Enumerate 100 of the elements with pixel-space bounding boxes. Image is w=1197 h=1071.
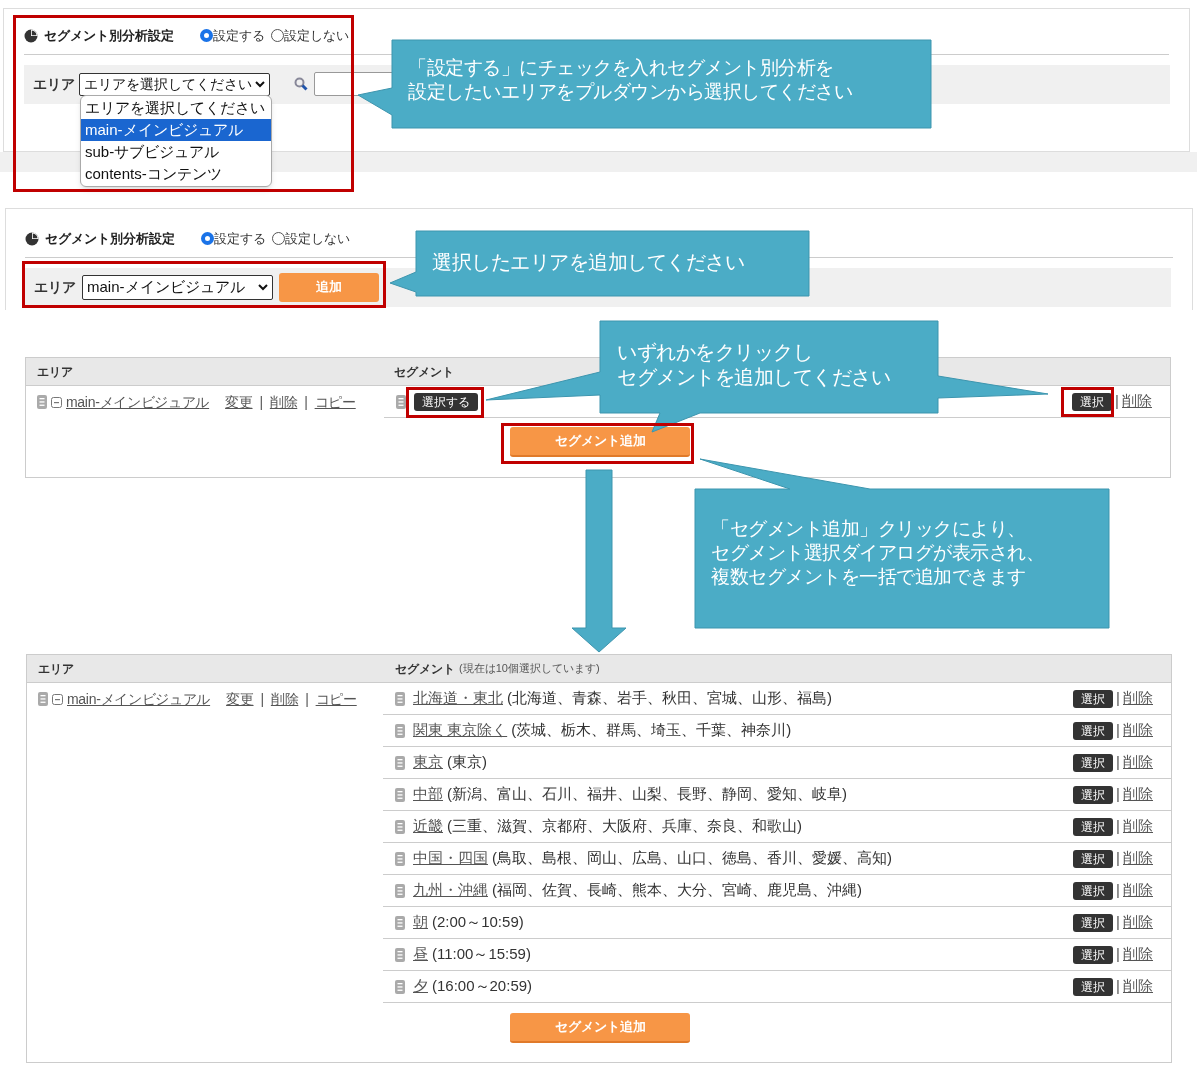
link[interactable]: 関東 東京除く [413, 721, 508, 739]
radio-button[interactable] [200, 29, 213, 43]
select-button[interactable]: 選択する [414, 393, 478, 412]
link[interactable]: 削除 [270, 688, 299, 710]
collapse-icon[interactable] [51, 396, 62, 408]
link[interactable]: 朝 [413, 913, 428, 931]
collapse-icon[interactable] [52, 693, 63, 705]
link[interactable]: 削除 [1123, 815, 1153, 838]
radio-label: 設定する [214, 230, 266, 248]
link[interactable]: 中国・四国 [413, 849, 488, 867]
radio-button[interactable] [272, 232, 285, 246]
callout-text: 選択したエリアを追加してください [432, 250, 744, 275]
separator: | [1116, 848, 1120, 869]
dropdown-option[interactable]: エリアを選択してください [81, 97, 271, 119]
separator: | [1116, 944, 1120, 965]
link[interactable]: コピー [315, 688, 357, 710]
link[interactable]: 削除 [1123, 847, 1153, 870]
segment-detail: (東京) [447, 752, 487, 773]
link[interactable]: 削除 [1123, 911, 1153, 934]
link[interactable]: 削除 [1122, 390, 1152, 413]
radio-label: 設定しない [285, 230, 350, 248]
select-button[interactable]: 選択 [1072, 392, 1113, 411]
document-icon [396, 394, 406, 409]
link[interactable]: 中部 [413, 785, 443, 803]
highlight-frame [1061, 387, 1114, 417]
callout-text: 「セグメント追加」クリックにより、 セグメント選択ダイアログが表示され、 複数セグメントを一括で追加できます [711, 517, 1044, 589]
dropdown-option[interactable]: contents-コンテンツ [81, 163, 271, 185]
document-icon [395, 915, 405, 930]
separator: | [1116, 752, 1120, 773]
link[interactable]: 削除 [1123, 783, 1153, 806]
link[interactable]: 削除 [1123, 975, 1153, 998]
select-button[interactable]: 選択 [1073, 753, 1114, 772]
callout-text: いずれかをクリックし セグメントを追加してください [617, 340, 890, 390]
select-button[interactable]: 選択 [1073, 945, 1114, 964]
link[interactable]: 夕 [413, 977, 428, 995]
document-icon [395, 979, 405, 994]
segment-detail: (福岡、佐賀、長崎、熊本、大分、宮崎、鹿児島、沖縄) [492, 880, 862, 901]
link[interactable]: 削除 [269, 391, 298, 413]
select-button[interactable]: 選択 [1073, 977, 1114, 996]
area-select[interactable]: エリアを選択してください [79, 72, 270, 96]
dropdown-option[interactable]: main-メインビジュアル [81, 119, 271, 141]
radio-label: 設定しない [284, 27, 349, 45]
separator: | [1116, 880, 1120, 901]
radio-button[interactable] [201, 232, 214, 246]
pie-chart-icon [24, 28, 38, 43]
select-button[interactable]: 選択 [1073, 721, 1114, 740]
document-icon [395, 723, 405, 738]
separator: | [260, 689, 264, 709]
select-button[interactable]: 選択 [1073, 817, 1114, 836]
document-icon [38, 692, 48, 706]
select-button[interactable]: 選択 [1073, 785, 1114, 804]
callout-text: 「設定する」にチェックを入れセグメント別分析を 設定したいエリアをプルダウンから選択してください [408, 56, 852, 104]
link[interactable]: 削除 [1123, 879, 1153, 902]
segment-detail: (11:00～15:59) [432, 944, 531, 965]
select-button[interactable]: 選択 [1073, 913, 1114, 932]
link[interactable]: 削除 [1123, 719, 1153, 742]
separator: | [1116, 976, 1120, 997]
document-icon [395, 851, 405, 866]
segment-detail: (北海道、青森、岩手、秋田、宮城、山形、福島) [507, 688, 832, 709]
link[interactable]: 削除 [1123, 687, 1153, 710]
separator: | [305, 689, 309, 709]
select-button[interactable]: 選択 [1073, 689, 1114, 708]
column-header: エリア [36, 363, 73, 381]
segment-detail: (鳥取、島根、岡山、広島、山口、徳島、香川、愛媛、高知) [492, 848, 892, 869]
link[interactable]: 九州・沖縄 [413, 881, 488, 899]
separator: | [1116, 688, 1120, 709]
separator: | [1116, 720, 1120, 741]
chevron-down-icon [255, 80, 265, 88]
link[interactable]: main-メインビジュアル [67, 688, 211, 710]
separator: | [1116, 912, 1120, 933]
link[interactable]: 東京 [413, 753, 443, 771]
area-select[interactable]: main-メインビジュアル [82, 274, 273, 300]
radio-label: 設定する [213, 27, 265, 45]
segment-detail: (茨城、栃木、群馬、埼玉、千葉、神奈川) [511, 720, 792, 741]
area-label: エリア [34, 277, 76, 297]
link[interactable]: main-メインビジュアル [66, 391, 210, 413]
link[interactable]: 変更 [226, 688, 254, 710]
link[interactable]: 近畿 [413, 817, 443, 835]
link[interactable]: 削除 [1123, 943, 1153, 966]
select-button[interactable]: 選択 [1073, 881, 1114, 900]
dropdown-option[interactable]: sub-サブビジュアル [81, 141, 271, 163]
document-icon [37, 395, 47, 409]
chevron-down-icon [258, 283, 268, 291]
document-icon [395, 691, 405, 706]
link[interactable]: 変更 [225, 391, 253, 413]
column-header: セグメント [395, 660, 455, 678]
column-header: エリア [37, 660, 74, 678]
separator: | [1116, 816, 1120, 837]
link[interactable]: 北海道・東北 [413, 689, 503, 707]
radio-button[interactable] [271, 29, 284, 43]
link[interactable]: コピー [314, 391, 356, 413]
link[interactable]: 昼 [413, 945, 428, 963]
segment-detail: (2:00～10:59) [432, 912, 524, 933]
separator: | [1116, 784, 1120, 805]
document-icon [395, 787, 405, 802]
document-icon [395, 755, 405, 770]
section-title: セグメント別分析設定 [45, 230, 175, 248]
select-button[interactable]: 選択 [1073, 849, 1114, 868]
separator: | [259, 392, 263, 412]
link[interactable]: 削除 [1123, 751, 1153, 774]
